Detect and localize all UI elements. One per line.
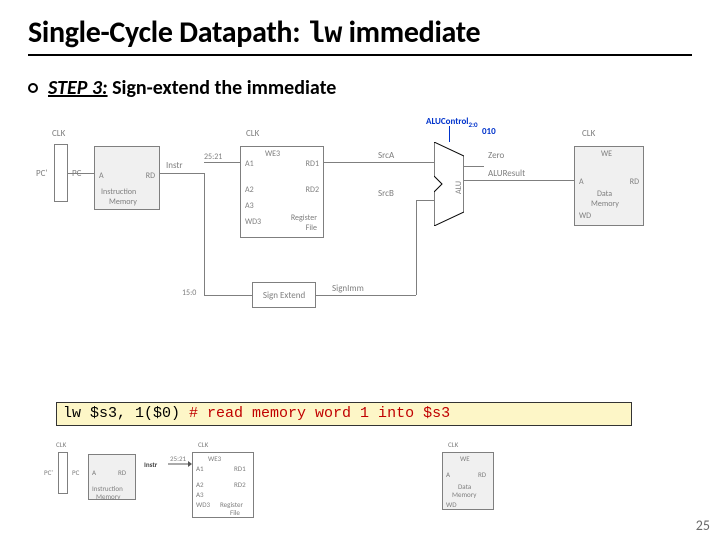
ld-we3: WE3 (208, 454, 221, 463)
wire (204, 173, 205, 295)
dmem-a-port: A (579, 177, 584, 187)
page-number: 25 (696, 517, 710, 534)
ld-clk-rf: CLK (198, 440, 208, 449)
ld-pcin: PC' (44, 468, 53, 477)
rf-name2: File (306, 223, 317, 233)
wire (449, 126, 450, 142)
wire (160, 173, 204, 174)
wire (204, 162, 240, 163)
data-memory: A RD WE WD Data Memory (574, 146, 644, 226)
ld-rf-n2: File (230, 508, 240, 517)
ld-instr: Instr (144, 460, 157, 469)
wire (416, 200, 417, 295)
instr-label: Instr (166, 160, 183, 171)
ld-clk-pc: CLK (56, 440, 66, 449)
sign-extend-block: Sign Extend (252, 282, 316, 308)
dmem-we-port: WE (601, 149, 612, 159)
zero-label: Zero (488, 150, 504, 161)
rf-rd2-port: RD2 (306, 185, 319, 195)
wire (464, 166, 484, 167)
ld-rd2: RD2 (234, 480, 246, 489)
dmem-rd-port: RD (630, 177, 639, 187)
aluctrl-label: ALUControl2:0 (426, 116, 478, 129)
ld-clk-dmem: CLK (448, 440, 458, 449)
ld-dmem2: Memory (452, 490, 476, 499)
ld-wire-arrow (168, 460, 192, 466)
rf-a1-port: A1 (245, 159, 254, 169)
code-instr: lw $s3, 1($0) (63, 405, 189, 422)
imem-a-port: A (99, 171, 104, 181)
pc-prime-label: PC' (36, 168, 47, 179)
datapath-diagram: CLK PC' PC A RD Instruction Memory Instr… (48, 120, 676, 346)
ld-a1: A1 (196, 464, 204, 473)
step-bullet: STEP 3: Sign-extend the immediate (28, 76, 336, 100)
clk-label-dmem: CLK (582, 128, 595, 139)
rf-name1: Register (291, 213, 317, 223)
clk-label-rf: CLK (246, 128, 259, 139)
wire (68, 173, 94, 174)
step-text: Sign-extend the immediate (108, 76, 337, 100)
wire (204, 295, 252, 296)
signimm-label: SignImm (332, 283, 364, 294)
title-rule (28, 54, 692, 56)
rf-a2-port: A2 (245, 185, 254, 195)
ld-a3: A3 (196, 490, 204, 499)
title-prefix: Single-Cycle Datapath: (28, 14, 307, 51)
wire (416, 200, 434, 201)
ld-pcout: PC (72, 468, 79, 477)
pc-register (54, 144, 68, 202)
ld-pc (58, 452, 68, 494)
lower-diagram: CLK PC' PC A RD Instruction Memory Instr… (56, 438, 632, 524)
title-mono: lw (307, 18, 342, 52)
dmem-name2: Memory (591, 199, 619, 209)
step-label: STEP 3: (48, 76, 108, 100)
bits-rs-label: 25:21 (204, 152, 222, 162)
code-comment: # read memory word 1 into $s3 (189, 405, 450, 422)
instruction-memory: A RD Instruction Memory (94, 146, 160, 210)
ld-imem-a: A (92, 468, 96, 477)
ld-dmem-wd: WD (446, 500, 457, 509)
wire (324, 162, 434, 163)
bits-imm-label: 15:0 (182, 288, 196, 298)
wire (316, 295, 416, 296)
rf-wd3-port: WD3 (245, 217, 261, 227)
ld-dmem-a: A (446, 470, 450, 479)
ld-dmem-we: WE (460, 454, 470, 463)
aluctrl-val: 010 (482, 126, 496, 137)
dmem-name1: Data (597, 189, 612, 199)
slide-title: Single-Cycle Datapath: lw immediate (28, 14, 480, 52)
sign-extend-label: Sign Extend (263, 290, 305, 301)
register-file: A1 A2 A3 WD3 WE3 RD1 RD2 Register File (240, 146, 324, 238)
ld-dmem-rd: RD (478, 470, 486, 479)
title-suffix: immediate (342, 14, 480, 51)
clk-label-pc: CLK (52, 128, 65, 139)
alures-label: ALUResult (488, 168, 525, 179)
rf-we3-port: WE3 (265, 149, 280, 159)
ld-wd3: WD3 (196, 500, 210, 509)
srcb-label: SrcB (378, 188, 394, 199)
code-example: lw $s3, 1($0) # read memory word 1 into … (56, 402, 632, 426)
imem-rd-port: RD (146, 171, 155, 181)
ld-imem-rd: RD (118, 468, 126, 477)
alu-label: ALU (454, 181, 464, 194)
imem-name2: Memory (109, 197, 137, 207)
ld-imem-n2: Memory (96, 492, 120, 501)
ld-rd1: RD1 (234, 464, 246, 473)
srca-label: SrcA (378, 150, 394, 161)
ld-a2: A2 (196, 480, 204, 489)
imem-name1: Instruction (101, 187, 136, 197)
dmem-wd-port: WD (579, 211, 591, 221)
wire (464, 180, 574, 181)
bullet-icon (28, 83, 38, 93)
rf-rd1-port: RD1 (306, 159, 319, 169)
rf-a3-port: A3 (245, 201, 254, 211)
